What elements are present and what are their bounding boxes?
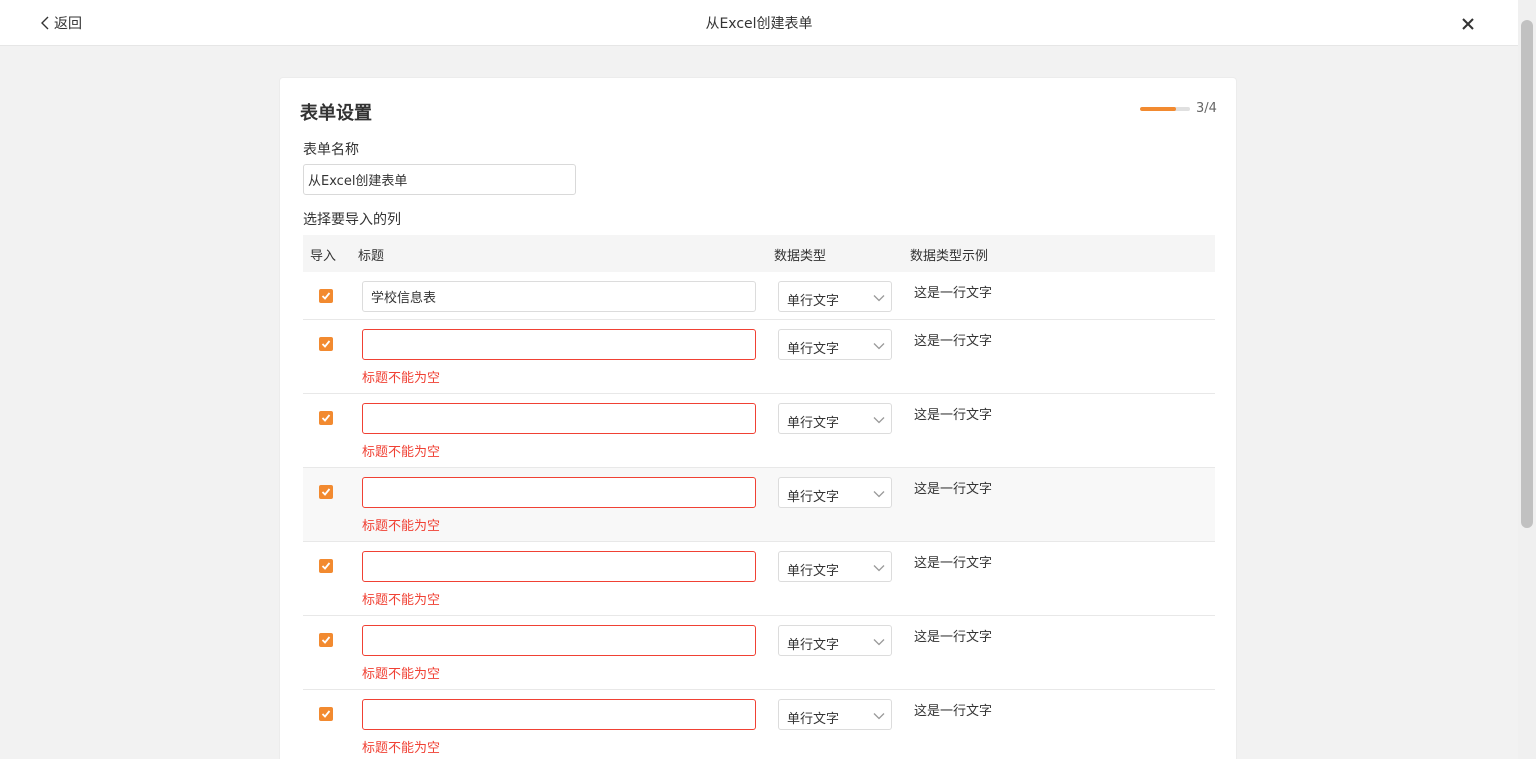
check-icon <box>321 292 331 300</box>
data-type-select[interactable]: 单行文字 <box>778 551 892 582</box>
card-title: 表单设置 <box>300 103 372 124</box>
close-icon <box>1462 18 1474 30</box>
check-icon <box>321 414 331 422</box>
data-type-select[interactable]: 单行文字 <box>778 625 892 656</box>
form-name-label: 表单名称 <box>303 142 359 158</box>
import-checkbox[interactable] <box>319 337 333 351</box>
scrollbar-thumb[interactable] <box>1521 20 1533 528</box>
page-title: 从Excel创建表单 <box>705 16 813 32</box>
table-row: 标题不能为空 单行文字 这是一行文字 <box>303 690 1215 759</box>
top-bar: 返回 从Excel创建表单 <box>0 0 1518 46</box>
table-row: 标题不能为空 单行文字 这是一行文字 <box>303 616 1215 690</box>
column-title-input[interactable] <box>362 551 756 582</box>
header-data-type: 数据类型 <box>774 249 827 264</box>
chevron-down-icon <box>873 491 885 498</box>
table-row: 单行文字 这是一行文字 <box>303 272 1215 320</box>
data-type-example: 这是一行文字 <box>914 630 993 645</box>
import-checkbox[interactable] <box>319 633 333 647</box>
data-type-example: 这是一行文字 <box>914 704 993 719</box>
column-title-input[interactable] <box>362 281 756 312</box>
header-example: 数据类型示例 <box>910 249 989 264</box>
columns-table: 导入 标题 数据类型 数据类型示例 单行文字这是一行文字标题不能为空单行文字这是… <box>303 235 1215 759</box>
data-type-value: 单行文字 <box>787 342 840 357</box>
column-title-input[interactable] <box>362 329 756 360</box>
step-progress-bar <box>1140 107 1190 111</box>
check-icon <box>321 562 331 570</box>
title-error-message: 标题不能为空 <box>362 593 441 608</box>
data-type-value: 单行文字 <box>787 638 840 653</box>
form-settings-card: 表单设置 3/4 表单名称 选择要导入的列 导入 标题 数据类型 数据类型示例 … <box>279 77 1237 759</box>
import-checkbox[interactable] <box>319 411 333 425</box>
data-type-select[interactable]: 单行文字 <box>778 477 892 508</box>
import-checkbox[interactable] <box>319 559 333 573</box>
column-title-input[interactable] <box>362 477 756 508</box>
check-icon <box>321 636 331 644</box>
check-icon <box>321 710 331 718</box>
chevron-down-icon <box>873 417 885 424</box>
page-scrollbar[interactable] <box>1518 0 1536 759</box>
data-type-select[interactable]: 单行文字 <box>778 329 892 360</box>
table-header: 导入 标题 数据类型 数据类型示例 <box>303 235 1215 272</box>
data-type-example: 这是一行文字 <box>914 482 993 497</box>
column-title-input[interactable] <box>362 403 756 434</box>
chevron-down-icon <box>873 713 885 720</box>
data-type-example: 这是一行文字 <box>914 408 993 423</box>
check-icon <box>321 340 331 348</box>
table-row: 标题不能为空 单行文字 这是一行文字 <box>303 542 1215 616</box>
chevron-down-icon <box>873 565 885 572</box>
close-button[interactable] <box>1458 14 1478 34</box>
step-progress-fill <box>1140 107 1176 111</box>
table-row: 标题不能为空 单行文字 这是一行文字 <box>303 394 1215 468</box>
data-type-value: 单行文字 <box>787 294 840 309</box>
data-type-value: 单行文字 <box>787 712 840 727</box>
title-error-message: 标题不能为空 <box>362 667 441 682</box>
chevron-down-icon <box>873 295 885 302</box>
header-import: 导入 <box>310 249 337 264</box>
chevron-down-icon <box>873 343 885 350</box>
table-row: 标题不能为空 单行文字 这是一行文字 <box>303 468 1215 542</box>
title-error-message: 标题不能为空 <box>362 445 441 460</box>
data-type-value: 单行文字 <box>787 490 840 505</box>
step-progress-text: 3/4 <box>1196 101 1217 116</box>
data-type-select[interactable]: 单行文字 <box>778 403 892 434</box>
data-type-example: 这是一行文字 <box>914 556 993 571</box>
select-columns-label: 选择要导入的列 <box>303 212 401 228</box>
chevron-down-icon <box>873 639 885 646</box>
data-type-select[interactable]: 单行文字 <box>778 281 892 312</box>
import-checkbox[interactable] <box>319 485 333 499</box>
import-checkbox[interactable] <box>319 707 333 721</box>
column-title-input[interactable] <box>362 699 756 730</box>
title-error-message: 标题不能为空 <box>362 519 441 534</box>
form-name-input[interactable] <box>303 164 576 195</box>
title-error-message: 标题不能为空 <box>362 371 441 386</box>
title-error-message: 标题不能为空 <box>362 741 441 756</box>
data-type-example: 这是一行文字 <box>914 286 993 301</box>
table-row: 标题不能为空 单行文字 这是一行文字 <box>303 320 1215 394</box>
data-type-value: 单行文字 <box>787 564 840 579</box>
check-icon <box>321 488 331 496</box>
column-title-input[interactable] <box>362 625 756 656</box>
data-type-example: 这是一行文字 <box>914 334 993 349</box>
import-checkbox[interactable] <box>319 289 333 303</box>
data-type-select[interactable]: 单行文字 <box>778 699 892 730</box>
header-title: 标题 <box>358 249 385 264</box>
data-type-value: 单行文字 <box>787 416 840 431</box>
